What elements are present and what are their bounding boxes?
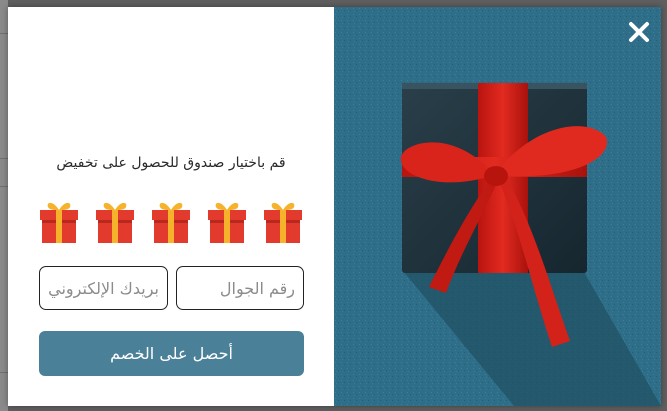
gift-image-panel (334, 7, 661, 406)
gift-icon (152, 202, 190, 243)
get-discount-button[interactable]: أحصل على الخصم (39, 331, 304, 376)
phone-field[interactable] (176, 266, 304, 310)
popup-heading: قم باختيار صندوق للحصول على تخفيض (56, 155, 286, 171)
gift-box-image (334, 7, 661, 406)
gift-box-3[interactable] (150, 200, 192, 244)
discount-popup: قم باختيار صندوق للحصول على تخفيض بريدك … (8, 7, 661, 406)
gift-icon (208, 202, 246, 243)
gift-icon (96, 202, 134, 243)
email-field[interactable] (39, 266, 168, 310)
close-button[interactable] (627, 20, 651, 44)
background-page (0, 0, 8, 411)
gift-box-row (38, 200, 304, 244)
close-icon (629, 22, 649, 42)
gift-box-2[interactable] (94, 200, 136, 244)
gift-icon (264, 202, 302, 243)
gift-box-4[interactable] (206, 200, 248, 244)
gift-box-5[interactable] (262, 200, 304, 244)
gift-box-1[interactable] (38, 200, 80, 244)
form-panel: قم باختيار صندوق للحصول على تخفيض بريدك … (8, 7, 334, 406)
gift-icon (40, 202, 78, 243)
